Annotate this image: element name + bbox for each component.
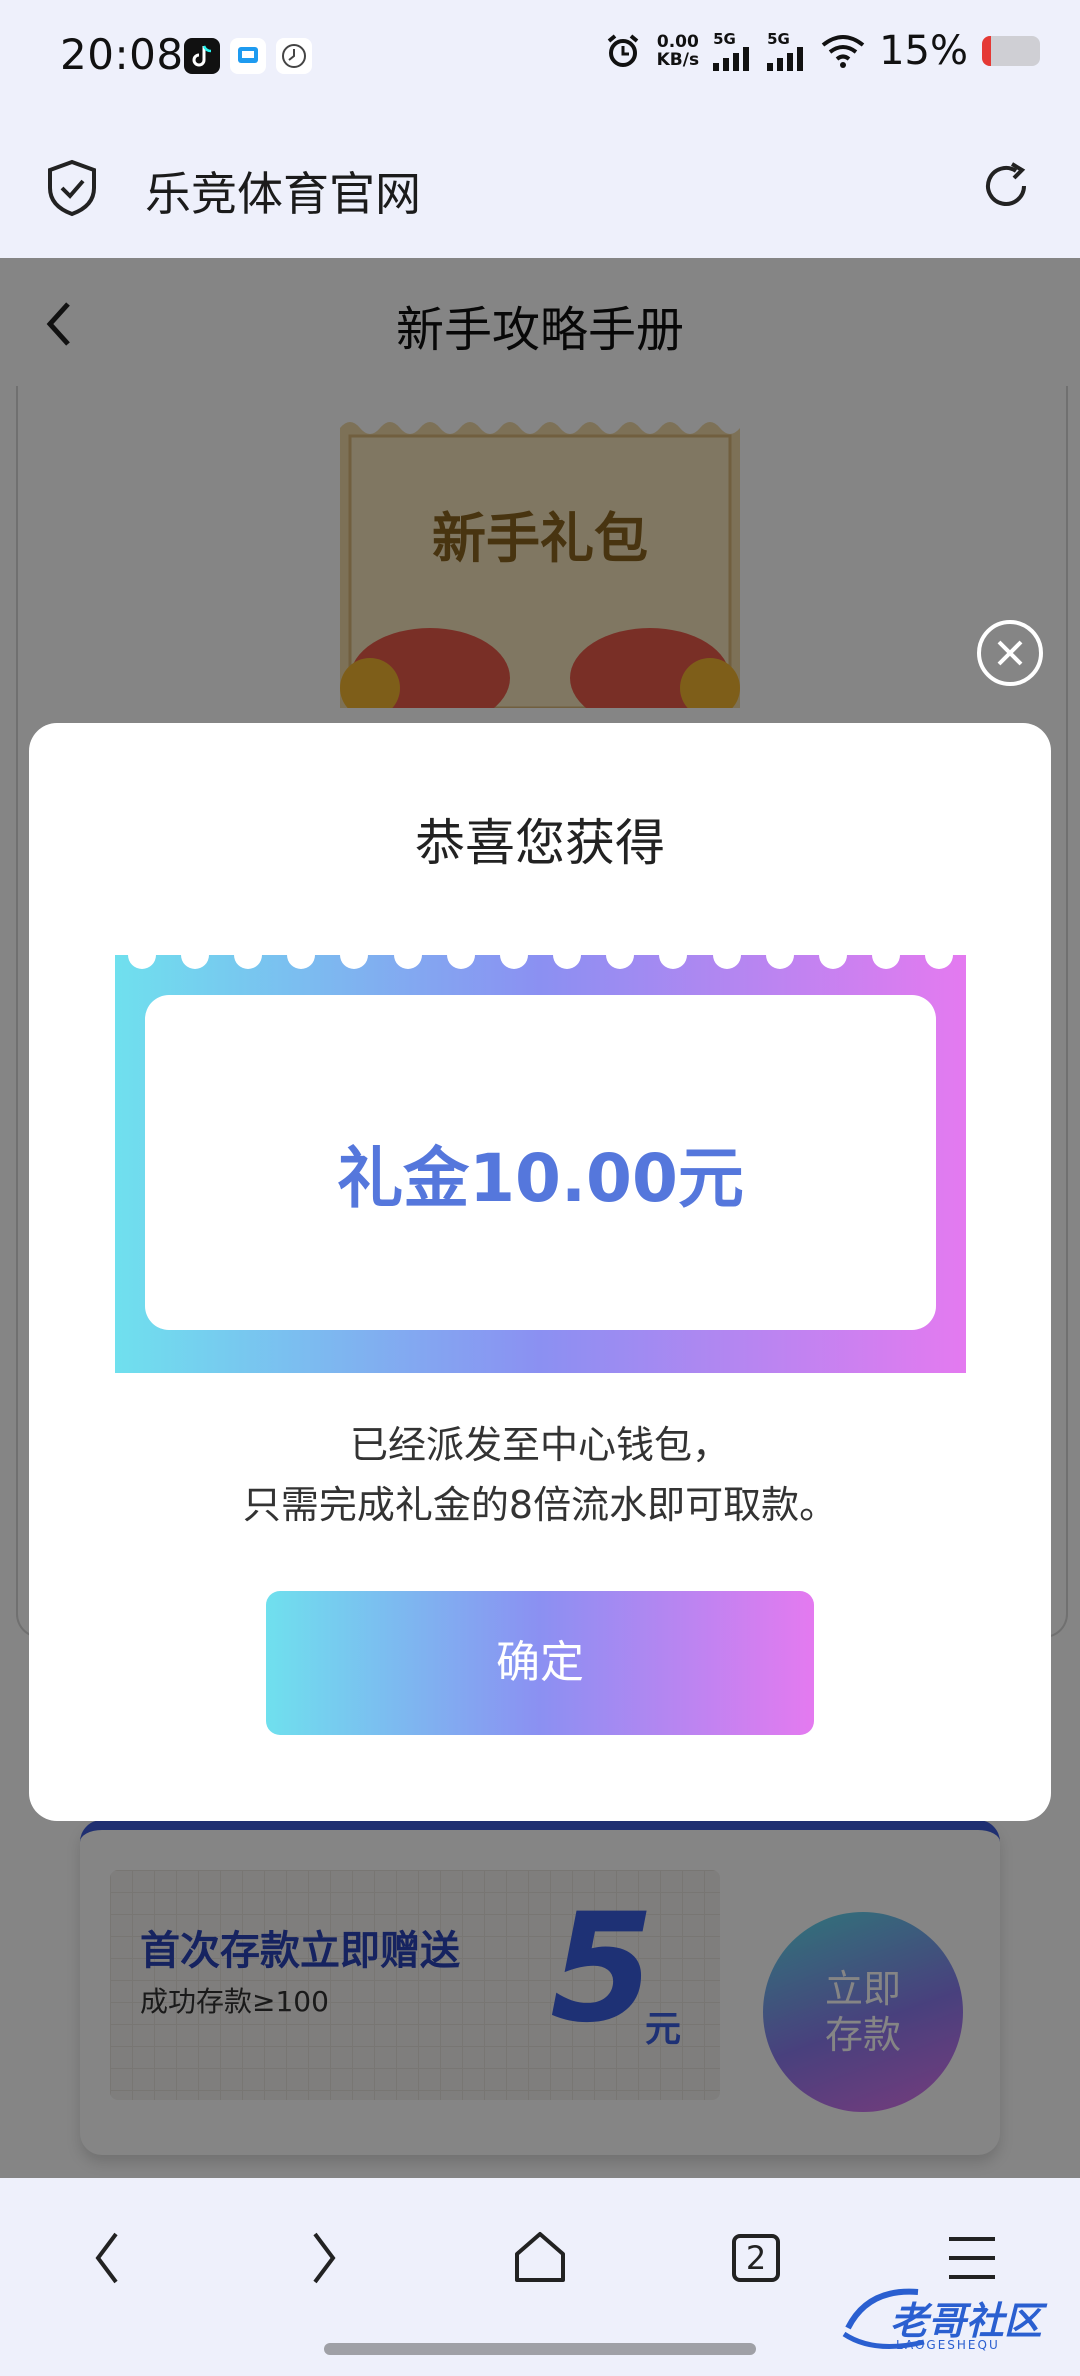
coupon-inner: 礼金10.00元 [145,995,936,1330]
wifi-icon [821,35,865,68]
battery-percent: 15% [879,28,968,74]
confirm-button[interactable]: 确定 [266,1591,814,1735]
reward-amount: 礼金10.00元 [337,1140,744,1217]
home-indicator[interactable] [324,2343,756,2355]
status-indicators: 0.00 KB/s 5G 5G 15% [603,28,1040,74]
watermark-text: 老哥社区 [890,2299,1043,2343]
modal-title: 恭喜您获得 [415,814,665,872]
sim1-signal: 5G [713,31,753,71]
status-time: 20:08 [60,30,184,79]
tiktok-icon [184,38,220,74]
tabs-icon[interactable]: 2 [716,2218,796,2298]
home-icon[interactable] [500,2218,580,2298]
tab-count: 2 [732,2234,780,2282]
site-title[interactable]: 乐竞体育官网 [145,158,421,224]
shield-check-icon[interactable] [44,158,100,218]
battery-icon [982,36,1040,66]
close-icon[interactable] [977,620,1043,686]
signal-icon [713,46,750,71]
app-icon [230,38,266,74]
alarm-icon [607,34,638,67]
network-speed: 0.00 KB/s [656,32,700,70]
forward-icon[interactable] [283,2218,363,2298]
status-app-icons [184,38,312,74]
sim2-signal: 5G [767,31,807,71]
coupon-scallop-edge [115,955,966,975]
modal-description: 已经派发至中心钱包， 只需完成礼金的8倍流水即可取款。 [242,1423,838,1527]
refresh-icon[interactable] [978,158,1034,214]
back-icon[interactable] [68,2218,148,2298]
clock-app-icon [276,38,312,74]
watermark-subtext: LAOGESHEQU [896,2338,1000,2352]
reward-coupon: 礼金10.00元 [115,955,966,1373]
reward-modal: 恭喜您获得 礼金10.00元 已经派发至中心钱包， 只需完成礼金的8倍流水即可取… [29,723,1051,1821]
signal-icon [767,46,804,71]
battery-level [982,36,991,66]
